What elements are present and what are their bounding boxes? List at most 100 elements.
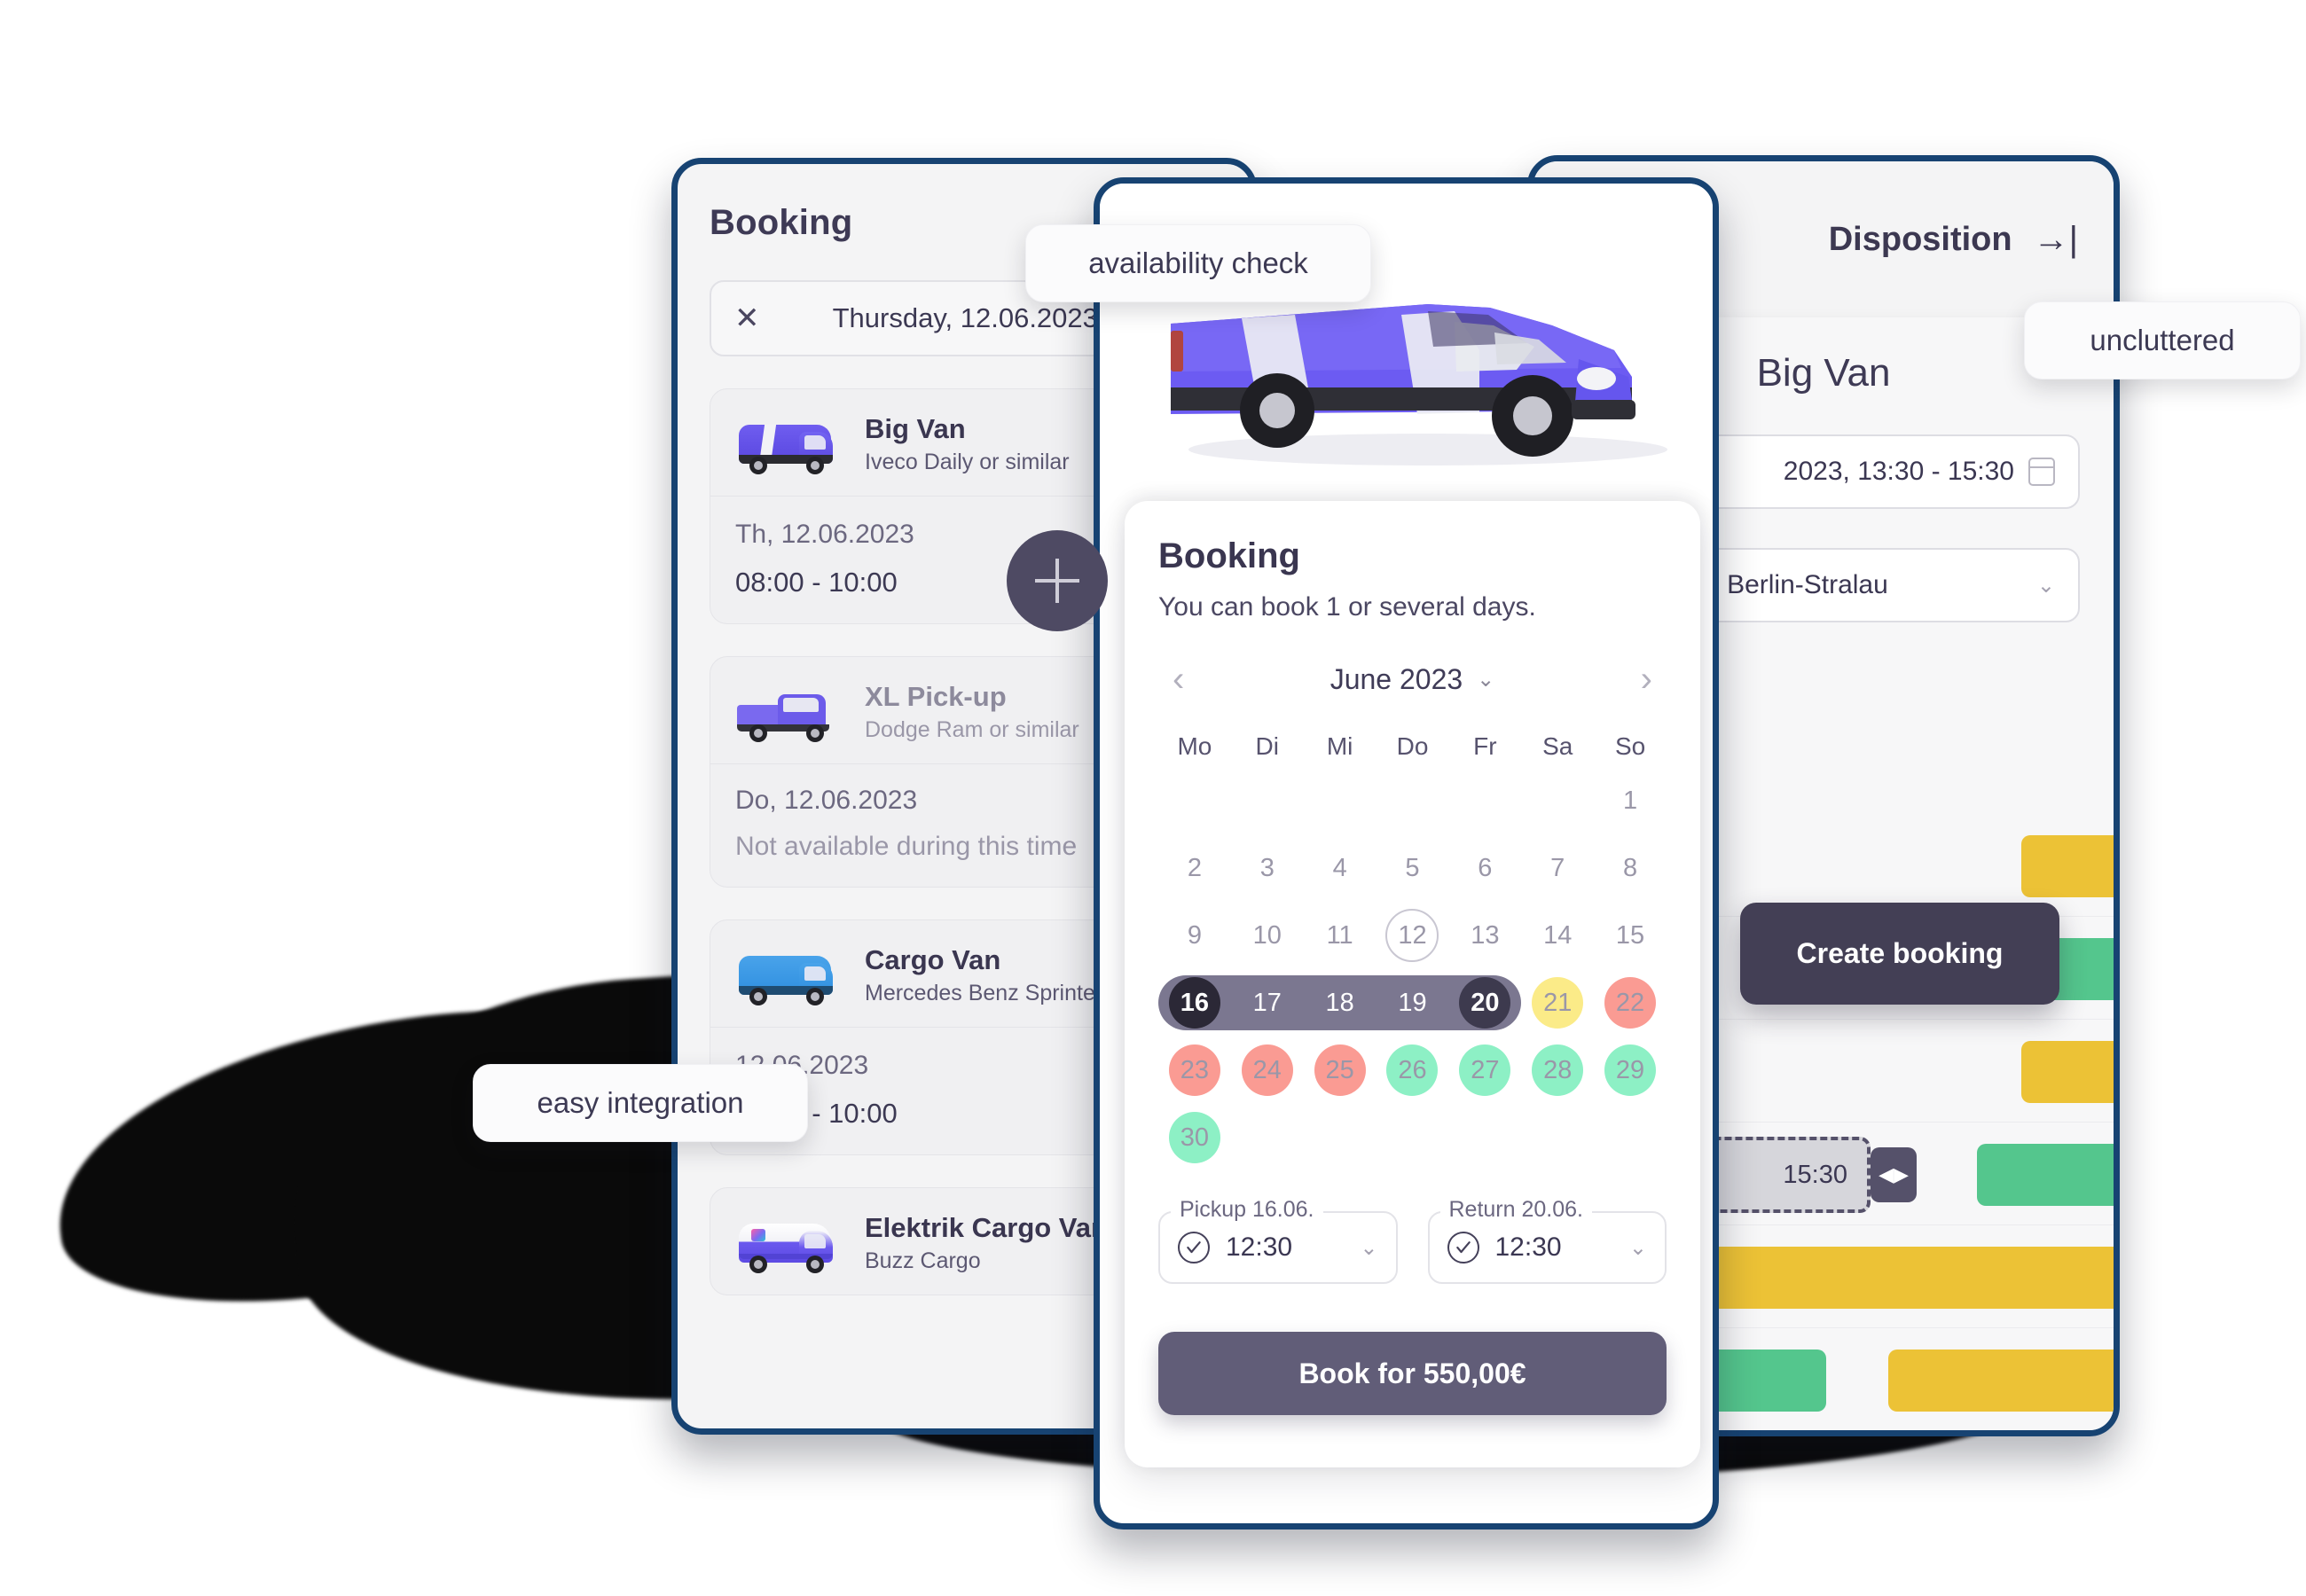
calendar-day[interactable]: 12	[1377, 908, 1449, 963]
calendar-cell-empty	[1594, 1110, 1667, 1165]
calendar-day[interactable]: 15	[1594, 908, 1667, 963]
return-time-select[interactable]: Return 20.06. 12:30 ⌄	[1427, 1197, 1667, 1284]
calendar-day[interactable]: 13	[1448, 908, 1521, 963]
calendar-day[interactable]: 3	[1231, 841, 1304, 896]
calendar-day[interactable]: 17	[1231, 975, 1304, 1030]
calendar-week-row: 30	[1158, 1110, 1667, 1165]
calendar-day[interactable]: 26	[1377, 1043, 1449, 1098]
calendar-day[interactable]: 2	[1158, 841, 1231, 896]
weekday-label: So	[1614, 732, 1646, 760]
calendar-day[interactable]: 7	[1521, 841, 1594, 896]
calendar-day[interactable]: 10	[1231, 908, 1304, 963]
day-number: 13	[1471, 920, 1500, 950]
calendar-week-row: 9 10 11 12 13 14 15	[1158, 908, 1667, 963]
arrow-right-to-line-icon[interactable]: →|	[2034, 222, 2078, 257]
calendar-day[interactable]: 19	[1377, 975, 1449, 1030]
plus-icon	[1035, 559, 1079, 603]
calendar-day[interactable]: 30	[1158, 1110, 1231, 1165]
day-number: 30	[1180, 1123, 1210, 1152]
schedule-bar[interactable]	[1977, 1144, 2114, 1206]
day-number: 23	[1180, 1055, 1210, 1084]
add-booking-button[interactable]	[1007, 530, 1108, 631]
schedule-bar[interactable]	[1667, 1247, 2114, 1309]
day-number: 20	[1471, 988, 1500, 1017]
calendar-day[interactable]: 22	[1594, 975, 1667, 1030]
calendar-cell-empty	[1304, 1110, 1377, 1165]
vehicle-subtitle: Buzz Cargo	[865, 1248, 981, 1274]
vehicle-name: Cargo Van	[865, 943, 1001, 975]
chevron-down-icon: ⌄	[1628, 1235, 1647, 1260]
day-number: 2	[1187, 853, 1202, 882]
calendar-day[interactable]: 24	[1231, 1043, 1304, 1098]
selection-end-time: 15:30	[1783, 1160, 1847, 1189]
month-label: June 2023	[1329, 662, 1463, 695]
booking-calendar-panel: Booking You can book 1 or several days. …	[1094, 177, 1719, 1530]
create-booking-button[interactable]: Create booking	[1740, 903, 2059, 1005]
vehicle-subtitle: Iveco Daily or similar	[865, 450, 1070, 475]
schedule-bar[interactable]	[2021, 1041, 2114, 1103]
calendar-cell-empty	[1377, 773, 1449, 828]
page-title: Disposition	[1828, 220, 2012, 258]
calendar-icon[interactable]	[2028, 458, 2055, 486]
calendar-day[interactable]: 6	[1448, 841, 1521, 896]
calendar-cell-empty	[1231, 1110, 1304, 1165]
day-number: 5	[1405, 853, 1420, 882]
pickup-time-select[interactable]: Pickup 16.06. 12:30 ⌄	[1158, 1197, 1398, 1284]
calendar-day[interactable]: 11	[1304, 908, 1377, 963]
day-number: 14	[1543, 920, 1573, 950]
day-number: 18	[1325, 988, 1354, 1017]
calendar-day[interactable]: 5	[1377, 841, 1449, 896]
calendar-day[interactable]: 16	[1158, 975, 1231, 1030]
day-number: 11	[1326, 920, 1353, 950]
calendar-cell-empty	[1231, 773, 1304, 828]
chevron-down-icon: ⌄	[1360, 1235, 1378, 1260]
calendar-day[interactable]: 1	[1594, 773, 1667, 828]
calendar-day[interactable]: 4	[1304, 841, 1377, 896]
calendar-day[interactable]: 21	[1521, 975, 1594, 1030]
calendar-day[interactable]: 23	[1158, 1043, 1231, 1098]
calendar-day[interactable]: 20	[1448, 975, 1521, 1030]
resize-horizontal-icon[interactable]: ◀▶	[1871, 1147, 1917, 1202]
calendar-nav: ‹ June 2023 ⌄ ›	[1158, 661, 1667, 697]
calendar-cell-empty	[1521, 1110, 1594, 1165]
check-circle-icon	[1447, 1232, 1479, 1264]
callout-uncluttered: uncluttered	[2024, 301, 2301, 379]
chevron-down-icon: ⌄	[2036, 573, 2055, 598]
month-selector[interactable]: June 2023 ⌄	[1330, 663, 1495, 696]
day-number: 27	[1471, 1055, 1500, 1084]
calendar-day[interactable]: 18	[1304, 975, 1377, 1030]
day-number: 22	[1615, 988, 1645, 1017]
calendar-day[interactable]: 25	[1304, 1043, 1377, 1098]
prev-month-button[interactable]: ‹	[1173, 661, 1184, 697]
schedule-bar[interactable]	[2021, 835, 2114, 897]
book-button[interactable]: Book for 550,00€	[1158, 1332, 1667, 1415]
day-number: 15	[1615, 920, 1645, 950]
calendar-cell-empty	[1448, 773, 1521, 828]
weekday-label: Mo	[1177, 732, 1212, 760]
calendar-week-row: 2 3 4 5 6 7 8	[1158, 841, 1667, 896]
calendar-day[interactable]: 28	[1521, 1043, 1594, 1098]
day-number: 26	[1398, 1055, 1427, 1084]
vehicle-name: XL Pick-up	[865, 680, 1007, 712]
weekday-header: Mo Di Mi Do Fr Sa So	[1158, 732, 1667, 761]
day-number: 21	[1543, 988, 1573, 1017]
day-number: 8	[1622, 853, 1638, 882]
cargo-van-icon	[735, 943, 842, 1007]
calendar-day[interactable]: 8	[1594, 841, 1667, 896]
calendar-day[interactable]: 27	[1448, 1043, 1521, 1098]
day-number: 29	[1615, 1055, 1645, 1084]
calendar-grid[interactable]: 1 2 3 4 5 6 7 8 9 10 11 12 13 14 15 16 17 18 19 20 21 22 23 24 2…	[1158, 773, 1667, 1165]
calendar-day[interactable]: 14	[1521, 908, 1594, 963]
close-icon[interactable]: ✕	[734, 303, 760, 333]
next-month-button[interactable]: ›	[1641, 661, 1652, 697]
calendar-day[interactable]: 29	[1594, 1043, 1667, 1098]
calendar-cell-empty	[1304, 773, 1377, 828]
day-number: 7	[1550, 853, 1565, 882]
calendar-day[interactable]: 9	[1158, 908, 1231, 963]
schedule-bar[interactable]	[1888, 1350, 2114, 1412]
calendar-cell-empty	[1158, 773, 1231, 828]
vehicle-name: Elektrik Cargo Van	[865, 1211, 1108, 1243]
pickup-time-value: 12:30	[1226, 1232, 1293, 1262]
vehicle-name: Big Van	[865, 412, 966, 444]
day-number: 9	[1187, 920, 1202, 950]
